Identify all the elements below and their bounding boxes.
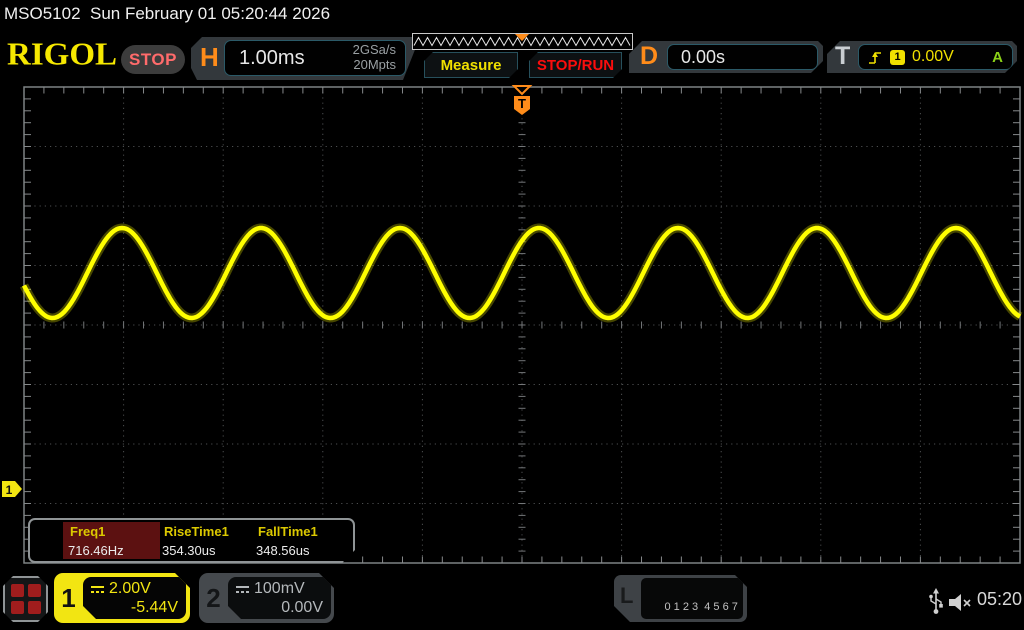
dc-coupling-icon [235,585,250,594]
memory-depth: 20Mpts [353,57,396,72]
acquisition-status-badge: STOP [121,45,185,74]
trigger-settings-box[interactable]: 1 0.00V A [858,44,1013,70]
measurement-label: FallTime1 [258,524,318,539]
rigol-logo: RIGOL [7,37,118,73]
trigger-mode-auto: A [992,48,1003,66]
sample-rate: 2GSa/s [352,42,396,58]
dc-coupling-icon [90,585,105,594]
channel2-box[interactable]: 2 100mV 0.00V [199,573,334,623]
delay-panel[interactable]: D 0.00s [629,41,823,73]
logic-channel-list: 0 1 2 3 4 5 6 7 8 9 1011 12131415 [641,578,743,619]
channel1-box[interactable]: 1 2.00V -5.44V [54,573,190,623]
ch1-ground-marker-number: 1 [6,483,13,497]
horizontal-label: H [200,42,219,72]
menu-grid-icon [28,601,41,614]
oscilloscope-screen: MSO5102 Sun February 01 05:20:44 2026 RI… [0,0,1024,630]
window-title: MSO5102 Sun February 01 05:20:44 2026 [4,4,331,23]
clock-readout: 05:20 [977,589,1023,609]
horizontal-settings-panel[interactable]: H 1.00ms 2GSa/s 20Mpts [191,37,420,80]
delay-value-box[interactable]: 0.00s [667,44,818,70]
timebase-value: 1.00ms [239,46,305,69]
trigger-marker-letter: T [518,96,526,111]
waveform-overview-strip[interactable] [412,33,633,50]
logic-label: L [620,583,634,608]
channel2-scale: 100mV [254,580,305,597]
menu-grid-icon [28,584,41,597]
usb-icon [929,588,943,614]
channel1-scale: 2.00V [109,580,151,597]
speaker-muted-icon[interactable] [948,593,975,612]
stop-run-button[interactable]: STOP/RUN [529,52,622,78]
measurement-label: RiseTime1 [164,524,229,539]
measurement-label: Freq1 [70,524,106,539]
overview-waveform [413,34,631,47]
channel2-number: 2 [206,583,221,613]
menu-grid-button[interactable] [3,576,48,622]
measurement-value: 716.46Hz [68,543,124,558]
trigger-source-badge: 1 [890,50,905,65]
measurement-value: 354.30us [162,543,216,558]
delay-label: D [640,42,659,70]
channel1-values: 2.00V -5.44V [83,577,186,619]
channel2-values: 100mV 0.00V [228,577,331,619]
waveform-display: T 1 [2,85,1023,564]
timebase-box[interactable]: 1.00ms 2GSa/s 20Mpts [224,40,406,76]
sample-rate-memdepth: 2GSa/s 20Mpts [353,43,396,73]
channel1-number: 1 [61,583,76,613]
channel1-offset: -5.44V [130,599,178,616]
menu-grid-icon [11,584,24,597]
logic-row1: 0 1 2 3 4 5 6 7 [664,600,738,613]
menu-grid-icon [11,601,24,614]
measurement-panel: Freq1 716.46Hz RiseTime1 354.30us FallTi… [28,518,355,563]
logic-channels-box[interactable]: L 0 1 2 3 4 5 6 7 8 9 1011 12131415 [614,575,747,622]
trigger-label: T [835,42,851,70]
measure-button[interactable]: Measure [424,52,518,78]
trigger-panel[interactable]: T 1 0.00V A [827,41,1017,73]
measurement-value: 348.56us [256,543,310,558]
trigger-level-value: 0.00V [912,48,954,65]
trigger-position-triangle-icon[interactable] [511,85,533,96]
rising-edge-icon [868,50,883,65]
channel2-offset: 0.00V [281,599,323,616]
